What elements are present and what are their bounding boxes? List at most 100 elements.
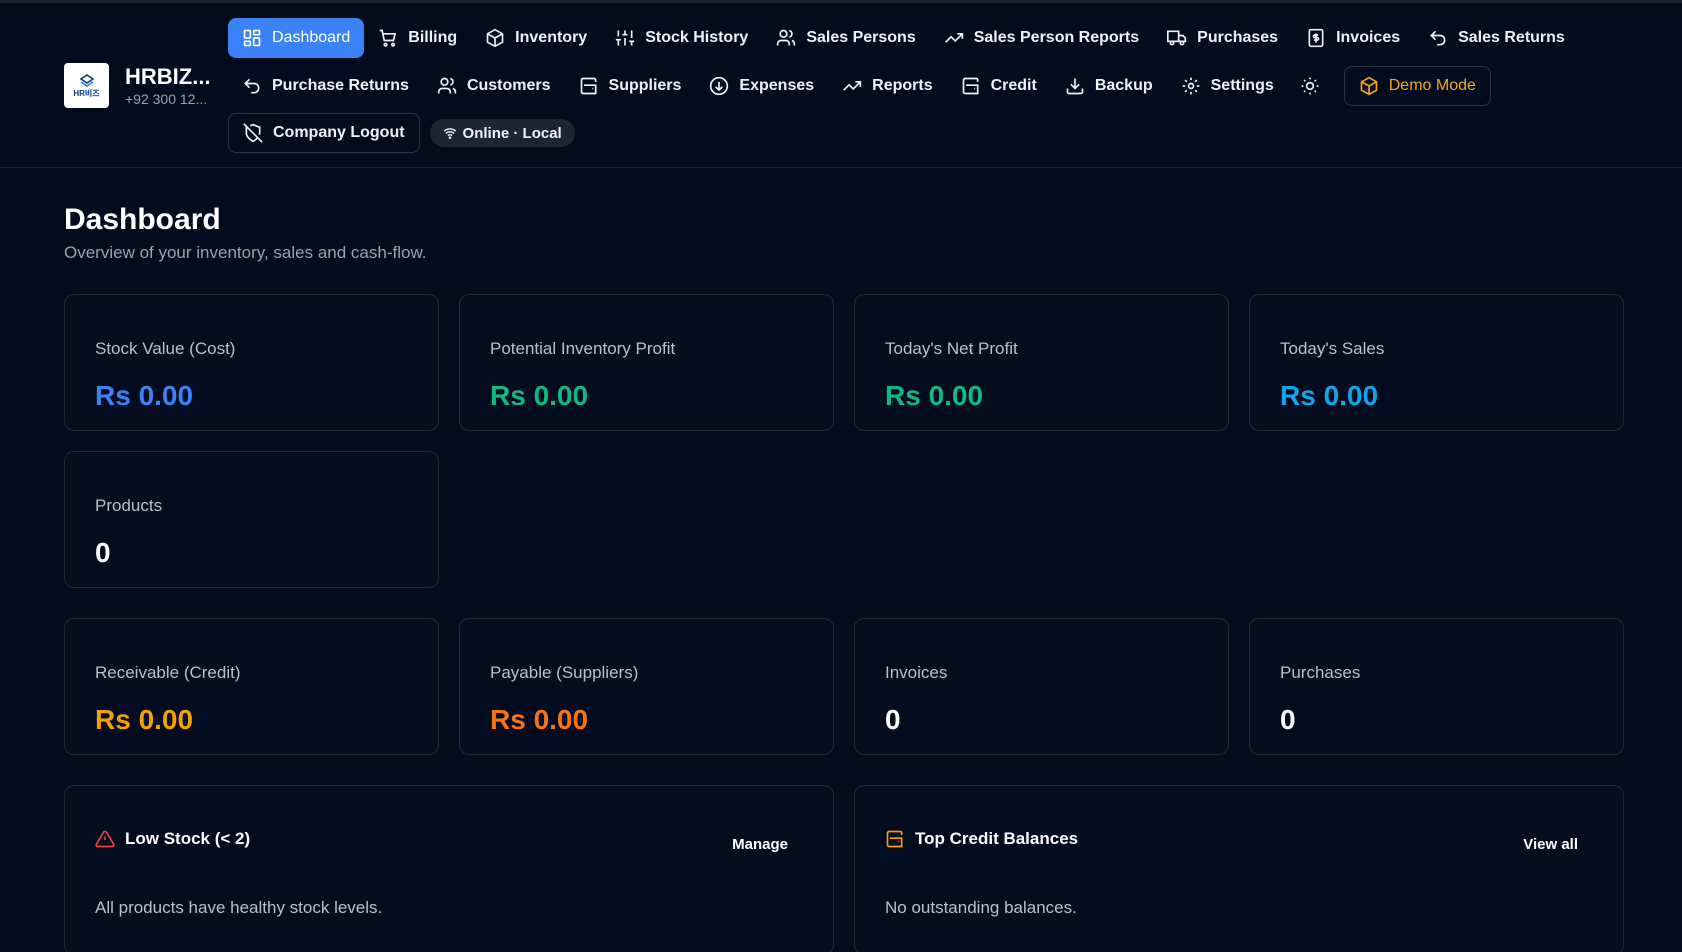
- grid-icon: [243, 29, 261, 47]
- truck-icon: [1167, 30, 1187, 46]
- receipt-icon: [1308, 28, 1324, 48]
- panel-title: Low Stock (< 2): [125, 829, 251, 848]
- manage-link[interactable]: Manage: [732, 836, 788, 853]
- company-logout-button[interactable]: Company Logout: [228, 113, 420, 153]
- stat-card-invoices: Invoices 0: [854, 618, 1229, 755]
- page-subtitle: Overview of your inventory, sales and ca…: [64, 243, 427, 262]
- nav-row-2: Purchase Returns Customers Suppliers Exp…: [228, 66, 1491, 106]
- nav-label: Stock History: [645, 29, 749, 46]
- trending-up-icon: [944, 33, 963, 43]
- nav-label: Purchase Returns: [272, 77, 409, 94]
- wifi-icon: [443, 128, 456, 139]
- nav-label: Sales Persons: [806, 29, 916, 46]
- nav-label: Billing: [408, 29, 458, 46]
- app-header: HR비즈 HRBIZ... +92 300 12... Dashboard Bi…: [0, 3, 1682, 168]
- panel-title: Top Credit Balances: [915, 829, 1079, 848]
- nav-dashboard[interactable]: Dashboard: [228, 18, 365, 58]
- wallet-icon: [886, 830, 903, 848]
- nav-label: Customers: [466, 77, 551, 94]
- nav-label: Backup: [1094, 77, 1153, 94]
- nav-sales-returns[interactable]: Sales Returns: [1414, 18, 1579, 58]
- nav-sales-person-reports[interactable]: Sales Person Reports: [930, 18, 1153, 58]
- nav-label: Reports: [872, 77, 933, 94]
- brand[interactable]: HR비즈 HRBIZ... +92 300 12...: [64, 63, 211, 108]
- nav-settings[interactable]: Settings: [1167, 66, 1288, 106]
- stat-label: Receivable (Credit): [95, 663, 241, 682]
- nav-label: Purchases: [1197, 29, 1279, 46]
- nav-reports[interactable]: Reports: [828, 66, 946, 106]
- nav-stock-history[interactable]: Stock History: [601, 18, 762, 58]
- nav-backup[interactable]: Backup: [1051, 66, 1167, 106]
- stat-card-stock-value: Stock Value (Cost) Rs 0.00: [64, 294, 439, 431]
- stat-value: Rs 0.00: [95, 704, 194, 735]
- trending-up-icon: [843, 81, 862, 91]
- logo-text: HR비즈: [73, 88, 100, 98]
- cart-icon: [379, 29, 397, 47]
- wallet-icon: [962, 77, 979, 95]
- nav-row-3: Company Logout Online · Local: [228, 113, 575, 153]
- nav-credit[interactable]: Credit: [947, 66, 1051, 106]
- low-stock-panel: Low Stock (< 2) Manage All products have…: [64, 785, 834, 952]
- sliders-icon: [616, 30, 635, 46]
- stat-card-todays-sales: Today's Sales Rs 0.00: [1249, 294, 1624, 431]
- stat-value: 0: [885, 704, 901, 735]
- nav-label: Settings: [1210, 77, 1274, 94]
- nav-sales-persons[interactable]: Sales Persons: [762, 18, 929, 58]
- nav-label: Sales Returns: [1458, 29, 1565, 46]
- nav-row-1: Dashboard Billing Inventory Stock Histor…: [228, 18, 1579, 58]
- stat-label: Today's Net Profit: [885, 339, 1018, 358]
- box-icon: [1360, 76, 1378, 96]
- nav-inventory[interactable]: Inventory: [471, 18, 601, 58]
- demo-mode-button[interactable]: Demo Mode: [1343, 66, 1491, 106]
- users-icon: [437, 77, 457, 94]
- logo-mark-icon: [79, 73, 94, 87]
- view-all-link[interactable]: View all: [1523, 836, 1578, 853]
- top-credit-panel: Top Credit Balances View all No outstand…: [854, 785, 1624, 952]
- stat-value: Rs 0.00: [490, 380, 589, 411]
- nav-label: Credit: [990, 77, 1037, 94]
- stat-label: Payable (Suppliers): [490, 663, 639, 682]
- stat-label: Potential Inventory Profit: [490, 339, 676, 358]
- connection-status-badge: Online · Local: [429, 119, 575, 147]
- nav-purchase-returns[interactable]: Purchase Returns: [228, 66, 423, 106]
- stat-value: Rs 0.00: [490, 704, 589, 735]
- sun-icon: [1301, 77, 1319, 95]
- box-icon: [486, 28, 504, 48]
- stat-card-receivable: Receivable (Credit) Rs 0.00: [64, 618, 439, 755]
- nav-customers[interactable]: Customers: [423, 66, 565, 106]
- stat-value: Rs 0.00: [885, 380, 984, 411]
- stat-card-products: Products 0: [64, 451, 439, 588]
- stat-card-payable: Payable (Suppliers) Rs 0.00: [459, 618, 834, 755]
- stat-label: Products: [95, 496, 163, 515]
- stat-value: Rs 0.00: [95, 380, 194, 411]
- nav-purchases[interactable]: Purchases: [1153, 18, 1292, 58]
- stat-label: Purchases: [1280, 663, 1361, 682]
- nav-label: Invoices: [1336, 29, 1401, 46]
- credit-message: No outstanding balances.: [885, 898, 1077, 917]
- nav-label: Expenses: [739, 77, 815, 94]
- nav-expenses[interactable]: Expenses: [695, 66, 828, 106]
- undo-icon: [244, 78, 260, 94]
- users-icon: [777, 29, 796, 46]
- stat-card-potential-profit: Potential Inventory Profit Rs 0.00: [459, 294, 834, 431]
- gear-icon: [1182, 77, 1199, 95]
- nav-label: Sales Person Reports: [973, 29, 1140, 46]
- stat-label: Invoices: [885, 663, 948, 682]
- arrow-down-circle-icon: [710, 76, 729, 96]
- nav-suppliers[interactable]: Suppliers: [565, 66, 696, 106]
- shield-off-icon: [243, 123, 263, 143]
- stat-card-purchases: Purchases 0: [1249, 618, 1624, 755]
- nav-invoices[interactable]: Invoices: [1292, 18, 1414, 58]
- stat-value: 0: [95, 537, 111, 568]
- page-title: Dashboard: [64, 203, 221, 236]
- company-phone: +92 300 12...: [125, 90, 208, 107]
- company-logo: HR비즈: [64, 63, 109, 108]
- stat-value: 0: [1280, 704, 1296, 735]
- theme-toggle-button[interactable]: [1288, 66, 1332, 106]
- stat-value: Rs 0.00: [1280, 380, 1379, 411]
- wallet-icon: [580, 77, 597, 95]
- nav-billing[interactable]: Billing: [364, 18, 471, 58]
- demo-mode-label: Demo Mode: [1388, 77, 1476, 94]
- download-icon: [1066, 78, 1084, 95]
- nav-label: Inventory: [515, 29, 588, 46]
